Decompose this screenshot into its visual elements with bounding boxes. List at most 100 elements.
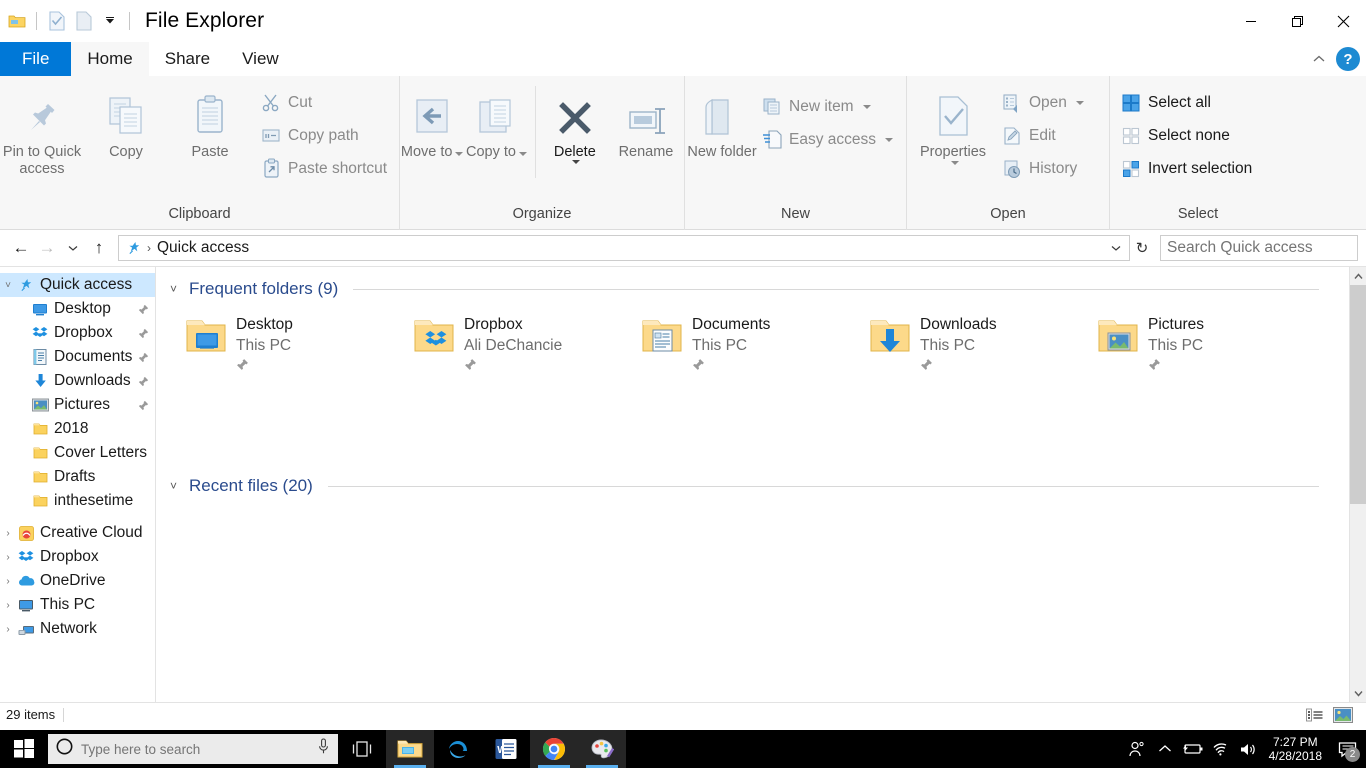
refresh-button[interactable]: ↻ xyxy=(1130,235,1154,261)
section-header-frequent-folders[interactable]: ˅ Frequent folders (9) xyxy=(156,267,1349,299)
pin-icon[interactable] xyxy=(136,400,150,411)
wifi-icon[interactable] xyxy=(1207,730,1235,768)
move-to-button[interactable]: Move to xyxy=(400,84,464,161)
sidebar-item-quick-access[interactable]: ˅ Quick access xyxy=(0,273,156,297)
chevron-down-icon[interactable]: ˅ xyxy=(170,282,182,296)
easy-access-caret-icon[interactable] xyxy=(885,137,894,142)
properties-check-icon[interactable] xyxy=(43,8,69,34)
copy-to-caret-icon[interactable] xyxy=(519,152,527,156)
battery-icon[interactable] xyxy=(1179,730,1207,768)
expander-icon[interactable]: › xyxy=(0,624,16,635)
vertical-scrollbar[interactable] xyxy=(1349,267,1366,702)
start-button[interactable] xyxy=(0,730,48,768)
invert-selection-button[interactable]: Invert selection xyxy=(1118,152,1258,185)
open-button[interactable]: Open xyxy=(999,86,1090,119)
expander-icon[interactable]: ˅ xyxy=(0,280,16,291)
copy-button[interactable]: Copy xyxy=(84,84,168,161)
new-folder-button[interactable]: New folder xyxy=(685,84,759,161)
taskbar-search-input[interactable] xyxy=(81,741,309,757)
show-hidden-icons-icon[interactable] xyxy=(1151,730,1179,768)
breadcrumb[interactable]: Quick access xyxy=(157,239,249,257)
recent-locations-chevron-icon[interactable] xyxy=(60,235,86,261)
large-icons-view-button[interactable] xyxy=(1332,705,1354,725)
move-to-caret-icon[interactable] xyxy=(455,152,464,156)
address-input[interactable]: › Quick access xyxy=(118,235,1130,261)
scroll-down-button[interactable] xyxy=(1350,684,1366,702)
expander-icon[interactable]: › xyxy=(0,576,16,587)
properties-caret-icon[interactable] xyxy=(950,161,959,182)
expander-icon[interactable]: › xyxy=(0,528,16,539)
delete-button[interactable]: Delete xyxy=(542,84,608,182)
easy-access-button[interactable]: Easy access xyxy=(759,123,899,156)
navigation-pane[interactable]: ˅ Quick access Desktop Dropbox Documents… xyxy=(0,267,156,702)
sidebar-item-pictures[interactable]: Pictures xyxy=(0,393,156,417)
chevron-down-icon[interactable]: ˅ xyxy=(170,479,182,493)
notifications-button[interactable]: 2 xyxy=(1332,730,1362,768)
folder-icon[interactable] xyxy=(4,8,30,34)
microphone-icon[interactable] xyxy=(317,738,330,760)
cortana-search-box[interactable] xyxy=(48,734,338,764)
maximize-restore-button[interactable] xyxy=(1274,0,1320,42)
forward-button[interactable]: → xyxy=(34,235,60,261)
people-icon[interactable] xyxy=(1123,730,1151,768)
select-none-button[interactable]: Select none xyxy=(1118,119,1258,152)
open-caret-icon[interactable] xyxy=(1075,100,1084,105)
search-box[interactable] xyxy=(1160,235,1366,261)
paste-shortcut-button[interactable]: Paste shortcut xyxy=(258,152,393,185)
paint3d-taskbar-button[interactable] xyxy=(578,730,626,768)
sidebar-item-documents[interactable]: Documents xyxy=(0,345,156,369)
volume-icon[interactable] xyxy=(1235,730,1263,768)
pin-icon[interactable] xyxy=(136,328,150,339)
folder-tile-dropbox[interactable]: Dropbox Ali DeChancie xyxy=(412,313,640,376)
edit-button[interactable]: Edit xyxy=(999,119,1090,152)
folder-tile-pictures[interactable]: Pictures This PC xyxy=(1096,313,1324,376)
sidebar-item-creative-cloud[interactable]: › Creative Cloud xyxy=(0,521,156,545)
sidebar-item-2018[interactable]: 2018 xyxy=(0,417,156,441)
rename-button[interactable]: Rename xyxy=(608,84,684,161)
task-view-button[interactable] xyxy=(338,730,386,768)
folder-tile-downloads[interactable]: Downloads This PC xyxy=(868,313,1096,376)
select-all-button[interactable]: Select all xyxy=(1118,86,1258,119)
history-button[interactable]: History xyxy=(999,152,1090,185)
scrollbar-track[interactable] xyxy=(1349,285,1366,684)
customize-qat-chevron-icon[interactable] xyxy=(97,8,123,34)
sidebar-item-dropbox[interactable]: Dropbox xyxy=(0,321,156,345)
pin-icon[interactable] xyxy=(136,352,150,363)
collapse-ribbon-icon[interactable] xyxy=(1308,48,1330,70)
new-item-caret-icon[interactable] xyxy=(862,104,871,109)
back-button[interactable]: ← xyxy=(8,235,34,261)
scroll-up-button[interactable] xyxy=(1350,267,1366,285)
copy-to-button[interactable]: Copy to xyxy=(464,84,528,161)
clock[interactable]: 7:27 PM 4/28/2018 xyxy=(1263,735,1332,763)
paste-button[interactable]: Paste xyxy=(168,84,252,161)
minimize-button[interactable] xyxy=(1228,0,1274,42)
expander-icon[interactable]: › xyxy=(0,552,16,563)
chrome-taskbar-button[interactable] xyxy=(530,730,578,768)
sidebar-item-this-pc[interactable]: › This PC xyxy=(0,593,156,617)
scrollbar-thumb[interactable] xyxy=(1349,285,1366,505)
sidebar-item-desktop[interactable]: Desktop xyxy=(0,297,156,321)
sidebar-item-inthesetime[interactable]: inthesetime xyxy=(0,489,156,513)
sidebar-item-network[interactable]: › Network xyxy=(0,617,156,641)
new-item-button[interactable]: New item xyxy=(759,90,899,123)
file-explorer-taskbar-button[interactable] xyxy=(386,730,434,768)
content-pane[interactable]: ˅ Frequent folders (9) Desktop This PC D… xyxy=(156,267,1349,702)
section-header-recent-files[interactable]: ˅ Recent files (20) xyxy=(156,464,1349,496)
edge-taskbar-button[interactable] xyxy=(434,730,482,768)
properties-button[interactable]: Properties xyxy=(907,84,999,183)
details-view-button[interactable] xyxy=(1304,705,1326,725)
help-button[interactable]: ? xyxy=(1336,47,1360,71)
address-dropdown-icon[interactable] xyxy=(1105,242,1127,254)
expander-icon[interactable]: › xyxy=(0,600,16,611)
cut-button[interactable]: Cut xyxy=(258,86,393,119)
sidebar-item-dropbox-root[interactable]: › Dropbox xyxy=(0,545,156,569)
new-folder-icon[interactable] xyxy=(70,8,96,34)
sidebar-item-onedrive[interactable]: › OneDrive xyxy=(0,569,156,593)
sidebar-item-cover-letters[interactable]: Cover Letters xyxy=(0,441,156,465)
tab-file[interactable]: File xyxy=(0,42,72,76)
delete-caret-icon[interactable] xyxy=(572,160,581,181)
pin-icon[interactable] xyxy=(136,376,150,387)
word-taskbar-button[interactable]: W xyxy=(482,730,530,768)
search-input[interactable] xyxy=(1167,239,1366,257)
folder-tile-desktop[interactable]: Desktop This PC xyxy=(184,313,412,376)
